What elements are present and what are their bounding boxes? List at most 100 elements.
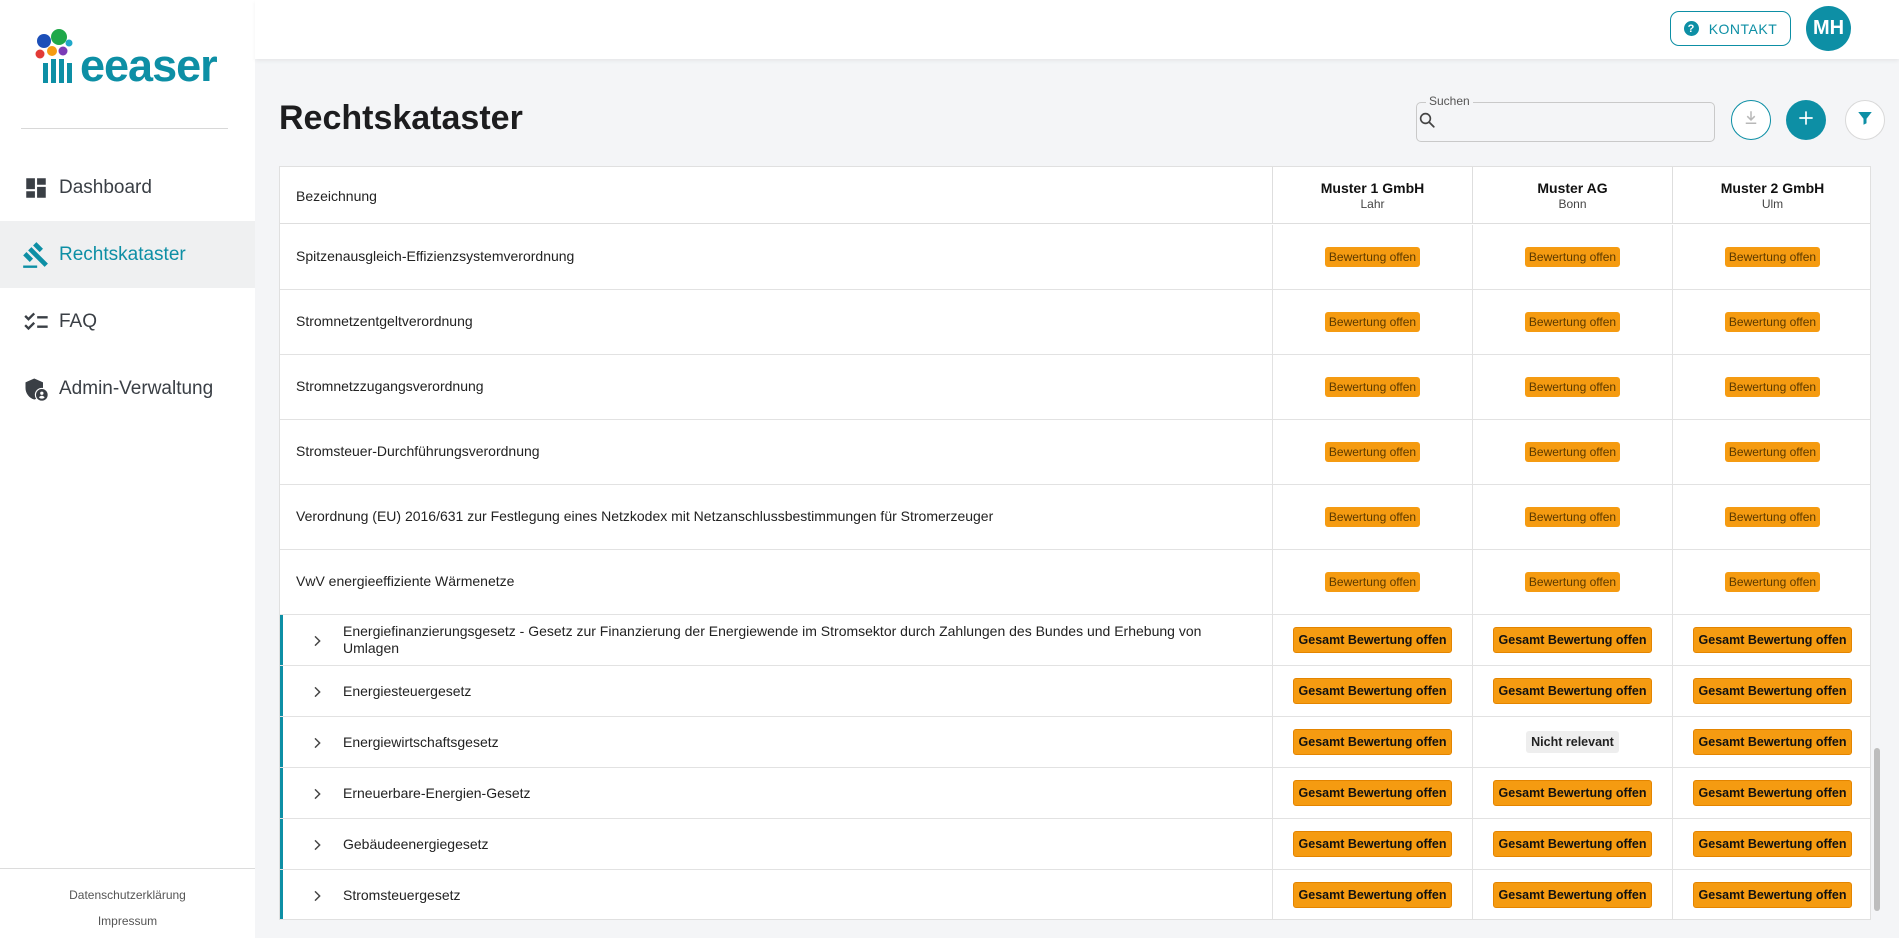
table-group-row[interactable]: Stromsteuergesetz Gesamt Bewertung offen G…: [280, 870, 1870, 919]
status-cell: Gesamt Bewertung offen: [1672, 870, 1870, 919]
admin-shield-icon: [22, 375, 50, 403]
status-badge[interactable]: Gesamt Bewertung offen: [1292, 882, 1453, 908]
status-badge[interactable]: Bewertung offen: [1324, 572, 1421, 592]
status-badge[interactable]: Gesamt Bewertung offen: [1692, 678, 1853, 704]
brand-logo[interactable]: eeaser: [34, 26, 224, 88]
download-button[interactable]: [1731, 100, 1771, 140]
table-row[interactable]: VwV energieeffiziente Wärmenetze Bewertun…: [280, 550, 1870, 615]
status-badge[interactable]: Bewertung offen: [1524, 377, 1621, 397]
status-badge[interactable]: Bewertung offen: [1524, 312, 1621, 332]
status-badge[interactable]: Gesamt Bewertung offen: [1692, 780, 1853, 806]
status-badge[interactable]: Bewertung offen: [1524, 247, 1621, 267]
table-group-row[interactable]: Energiewirtschaftsgesetz Gesamt Bewertung…: [280, 717, 1870, 768]
column-header-company[interactable]: Muster 2 GmbH Ulm: [1672, 167, 1870, 224]
status-badge[interactable]: Gesamt Bewertung offen: [1692, 729, 1853, 755]
group-accent-bar: [280, 870, 283, 919]
contact-button-label: KONTAKT: [1708, 20, 1778, 37]
status-badge[interactable]: Gesamt Bewertung offen: [1292, 729, 1453, 755]
status-badge[interactable]: Gesamt Bewertung offen: [1292, 831, 1453, 857]
column-header-company[interactable]: Muster 1 GmbH Lahr: [1272, 167, 1472, 224]
chevron-right-icon[interactable]: [309, 684, 325, 705]
status-badge[interactable]: Bewertung offen: [1524, 442, 1621, 462]
status-badge[interactable]: Gesamt Bewertung offen: [1492, 831, 1653, 857]
status-badge[interactable]: Bewertung offen: [1324, 507, 1421, 527]
status-badge[interactable]: Gesamt Bewertung offen: [1492, 678, 1653, 704]
status-cell: Gesamt Bewertung offen: [1272, 768, 1472, 818]
status-badge[interactable]: Bewertung offen: [1324, 377, 1421, 397]
row-name: VwV energieeffiziente Wärmenetze: [296, 573, 515, 589]
table-header: Bezeichnung Muster 1 GmbH Lahr Muster AG…: [280, 167, 1870, 224]
group-name: Stromsteuergesetz: [343, 886, 461, 903]
contact-button[interactable]: ? KONTAKT: [1670, 11, 1791, 46]
chevron-right-icon[interactable]: [309, 735, 325, 756]
group-accent-bar: [280, 768, 283, 818]
status-badge[interactable]: Bewertung offen: [1724, 247, 1821, 267]
status-badge[interactable]: Bewertung offen: [1524, 572, 1621, 592]
filter-icon: [1856, 109, 1874, 132]
status-cell: Bewertung offen: [1272, 355, 1472, 419]
table-row[interactable]: Verordnung (EU) 2016/631 zur Festlegung …: [280, 485, 1870, 550]
status-badge[interactable]: Bewertung offen: [1724, 507, 1821, 527]
chevron-right-icon[interactable]: [309, 837, 325, 858]
table-group-row[interactable]: Energiesteuergesetz Gesamt Bewertung offe…: [280, 666, 1870, 717]
group-accent-bar: [280, 666, 283, 716]
status-badge[interactable]: Gesamt Bewertung offen: [1292, 780, 1453, 806]
status-badge[interactable]: Gesamt Bewertung offen: [1492, 882, 1653, 908]
status-cell: Bewertung offen: [1272, 290, 1472, 354]
status-badge[interactable]: Gesamt Bewertung offen: [1692, 882, 1853, 908]
avatar[interactable]: MH: [1806, 6, 1851, 51]
filter-button[interactable]: [1845, 100, 1885, 140]
sidebar-item-faq[interactable]: FAQ: [0, 288, 255, 355]
sidebar-item-rechtskataster[interactable]: Rechtskataster: [0, 221, 255, 288]
status-cell: Gesamt Bewertung offen: [1472, 819, 1672, 869]
gavel-icon: [22, 241, 50, 269]
search-input[interactable]: [1442, 106, 1710, 138]
sidebar-item-dashboard[interactable]: Dashboard: [0, 154, 255, 221]
status-badge[interactable]: Bewertung offen: [1724, 442, 1821, 462]
table-row[interactable]: Stromnetzentgeltverordnung Bewertung offe…: [280, 290, 1870, 355]
sidebar-item-label: Rechtskataster: [59, 243, 186, 265]
sidebar: eeaser Dashboard Rechtskataster FAQ Admi…: [0, 0, 255, 938]
status-cell: Bewertung offen: [1472, 550, 1672, 614]
table-group-row[interactable]: Gebäudeenergiegesetz Gesamt Bewertung off…: [280, 819, 1870, 870]
status-badge[interactable]: Bewertung offen: [1724, 377, 1821, 397]
sidebar-item-admin[interactable]: Admin-Verwaltung: [0, 355, 255, 422]
status-badge[interactable]: Bewertung offen: [1324, 442, 1421, 462]
table-group-row[interactable]: Energiefinanzierungsgesetz - Gesetz zur …: [280, 615, 1870, 666]
status-cell: Gesamt Bewertung offen: [1472, 666, 1672, 716]
status-cell: Gesamt Bewertung offen: [1672, 819, 1870, 869]
company-name: Muster 2 GmbH: [1720, 180, 1825, 196]
dashboard-icon: [22, 174, 50, 202]
chevron-right-icon[interactable]: [309, 888, 325, 909]
status-badge[interactable]: Gesamt Bewertung offen: [1292, 627, 1453, 653]
status-badge[interactable]: Gesamt Bewertung offen: [1292, 678, 1453, 704]
imprint-link[interactable]: Impressum: [0, 914, 255, 928]
row-name: Spitzenausgleich-Effizienzsystemverordnu…: [296, 248, 575, 264]
table-row[interactable]: Stromnetzzugangsverordnung Bewertung offe…: [280, 355, 1870, 420]
column-header-company[interactable]: Muster AG Bonn: [1472, 167, 1672, 224]
status-badge[interactable]: Bewertung offen: [1724, 312, 1821, 332]
status-badge[interactable]: Nicht relevant: [1526, 731, 1619, 753]
chevron-right-icon[interactable]: [309, 633, 325, 654]
status-badge[interactable]: Bewertung offen: [1724, 572, 1821, 592]
status-badge[interactable]: Gesamt Bewertung offen: [1692, 831, 1853, 857]
add-button[interactable]: [1786, 100, 1826, 140]
status-cell: Bewertung offen: [1672, 290, 1870, 354]
status-cell: Bewertung offen: [1472, 420, 1672, 484]
status-badge[interactable]: Gesamt Bewertung offen: [1492, 627, 1653, 653]
status-badge[interactable]: Gesamt Bewertung offen: [1492, 780, 1653, 806]
status-badge[interactable]: Bewertung offen: [1524, 507, 1621, 527]
status-cell: Gesamt Bewertung offen: [1472, 768, 1672, 818]
status-badge[interactable]: Bewertung offen: [1324, 312, 1421, 332]
table-row[interactable]: Stromsteuer-Durchführungsverordnung Bewer…: [280, 420, 1870, 485]
privacy-link[interactable]: Datenschutzerklärung: [0, 888, 255, 902]
topbar: [255, 0, 1899, 59]
group-name: Energiewirtschaftsgesetz: [343, 733, 499, 750]
status-badge[interactable]: Bewertung offen: [1324, 247, 1421, 267]
chevron-right-icon[interactable]: [309, 786, 325, 807]
table-group-row[interactable]: Erneuerbare-Energien-Gesetz Gesamt Bewert…: [280, 768, 1870, 819]
column-header-name[interactable]: Bezeichnung: [296, 188, 377, 204]
table-scrollbar[interactable]: [1874, 748, 1880, 911]
status-badge[interactable]: Gesamt Bewertung offen: [1692, 627, 1853, 653]
table-row[interactable]: Spitzenausgleich-Effizienzsystemverordnu…: [280, 225, 1870, 290]
